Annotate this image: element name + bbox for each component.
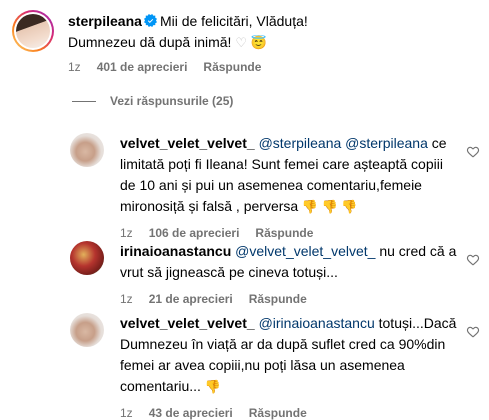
reply-button[interactable]: Răspunde	[249, 292, 307, 306]
reply-comment: irinaioanastancu @velvet_velet_velvet_ n…	[70, 241, 480, 306]
reply-text: velvet_velet_velvet_ @irinaioanastancu t…	[120, 313, 460, 397]
comment-text-line2: Dumnezeu dă după inimă!	[68, 34, 232, 50]
reply-button[interactable]: Răspunde	[249, 406, 307, 420]
reply-username[interactable]: velvet_velet_velvet_	[120, 315, 255, 331]
like-heart-icon[interactable]	[466, 253, 480, 267]
reply-button[interactable]: Răspunde	[203, 60, 261, 74]
comment-username[interactable]: sterpileana	[68, 13, 142, 29]
comment-time[interactable]: 1z	[68, 60, 81, 74]
comment-likes[interactable]: 401 de aprecieri	[97, 60, 188, 74]
reply-mention[interactable]: @sterpileana @sterpileana	[259, 135, 428, 151]
reply-time[interactable]: 1z	[120, 406, 133, 420]
comment-text: sterpileana Mii de felicitări, Vlăduța! D…	[68, 10, 468, 53]
reply-mention[interactable]: @irinaioanastancu	[259, 315, 375, 331]
reply-likes[interactable]: 43 de aprecieri	[149, 406, 233, 420]
reply-mention[interactable]: @velvet_velet_velvet_	[235, 243, 375, 259]
reply-button[interactable]: Răspunde	[255, 226, 313, 240]
view-replies-button[interactable]: Vezi răspunsurile (25)	[72, 94, 233, 108]
avatar[interactable]	[70, 313, 104, 347]
view-replies-label: Vezi răspunsurile (25)	[110, 94, 234, 108]
comment-emojis: ♡ 😇	[235, 35, 267, 50]
reply-username[interactable]: irinaioanastancu	[120, 243, 231, 259]
reply-likes[interactable]: 21 de aprecieri	[149, 292, 233, 306]
reply-text: irinaioanastancu @velvet_velet_velvet_ n…	[120, 241, 460, 283]
reply-meta: 1z 43 de aprecieri Răspunde	[120, 406, 460, 420]
reply-emojis: 👎 👎 👎	[298, 199, 358, 214]
avatar[interactable]	[70, 133, 104, 167]
reply-username[interactable]: velvet_velet_velvet_	[120, 135, 255, 151]
like-heart-icon[interactable]	[466, 145, 480, 159]
reply-comment: velvet_velet_velvet_ @sterpileana @sterp…	[70, 133, 480, 240]
reply-time[interactable]: 1z	[120, 226, 133, 240]
reply-text: velvet_velet_velvet_ @sterpileana @sterp…	[120, 133, 460, 217]
avatar[interactable]	[12, 10, 54, 52]
reply-meta: 1z 106 de aprecieri Răspunde	[120, 226, 460, 240]
reply-emojis: 👎	[200, 379, 221, 394]
verified-badge-icon	[143, 14, 157, 27]
comment-text-line1: Mii de felicitări, Vlăduța!	[159, 13, 308, 29]
reply-time[interactable]: 1z	[120, 292, 133, 306]
reply-meta: 1z 21 de aprecieri Răspunde	[120, 292, 460, 306]
like-heart-icon[interactable]	[466, 325, 480, 339]
reply-likes[interactable]: 106 de aprecieri	[149, 226, 240, 240]
view-replies-divider	[72, 100, 96, 102]
main-comment: sterpileana Mii de felicitări, Vlăduța! D…	[12, 10, 480, 74]
comment-meta: 1z 401 de aprecieri Răspunde	[68, 60, 468, 74]
reply-comment: velvet_velet_velvet_ @irinaioanastancu t…	[70, 313, 480, 420]
avatar[interactable]	[70, 241, 104, 275]
